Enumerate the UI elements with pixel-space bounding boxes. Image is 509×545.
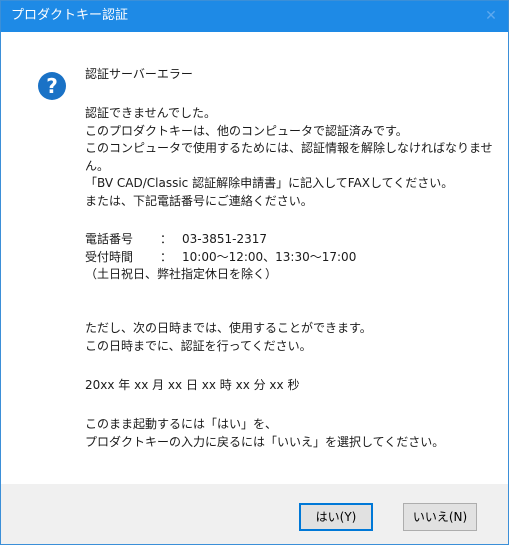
title-bar[interactable]: プロダクトキー認証 ✕ <box>1 1 508 32</box>
dialog-window: プロダクトキー認証 ✕ ? 認証サーバーエラー 認証できませんでした。 このプロ… <box>0 0 509 545</box>
phone-row: 電話番号 ： 03-3851-2317 <box>85 231 356 249</box>
phone-label: 電話番号 <box>85 232 134 246</box>
phone-number: 03-3851-2317 <box>182 232 268 246</box>
hours-row: 受付時間 ： 10:00～12:00、13:30～17:00 <box>85 249 356 267</box>
message-line: ん。 <box>85 158 110 173</box>
yes-button[interactable]: はい(Y) <box>299 503 373 531</box>
instruction-message: このまま起動するには「はい」を、 プロダクトキーの入力に戻るには「いいえ」を選択… <box>85 416 444 451</box>
contact-info: 電話番号 ： 03-3851-2317 受付時間 ： 10:00～12:00、13:30… <box>85 231 356 284</box>
hours-value: 10:00～12:00、13:30～17:00 <box>182 249 357 264</box>
button-bar: はい(Y) いいえ(N) <box>1 484 508 544</box>
instruction-line: プロダクトキーの入力に戻るには「いいえ」を選択してください。 <box>85 434 445 449</box>
message-body: 認証できませんでした。 このプロダクトキーは、他のコンピュータで認証済みです。 … <box>85 105 493 210</box>
message-title: 認証サーバーエラー <box>85 67 193 81</box>
close-icon[interactable]: ✕ <box>484 9 498 23</box>
hours-separator: ： <box>160 249 173 264</box>
message-line: 「BV CAD/Classic 認証解除申請書」に記入してFAXしてください。 <box>85 176 454 190</box>
dialog-content: ? 認証サーバーエラー 認証できませんでした。 このプロダクトキーは、他のコンピ… <box>1 32 508 484</box>
message-line: このコンピュータで使用するためには、認証情報を解除しなければなりませ <box>85 141 493 155</box>
deadline-date: 20xx 年 xx 月 xx 日 xx 時 xx 分 xx 秒 <box>85 378 300 392</box>
phone-separator: ： <box>160 232 173 246</box>
deadline-line: ただし、次の日時までは、使用することができます。 <box>85 321 372 335</box>
no-button[interactable]: いいえ(N) <box>403 503 477 531</box>
message-line: 認証できませんでした。 <box>85 106 217 120</box>
deadline-line: この日時までに、認証を行ってください。 <box>85 338 312 353</box>
deadline-message: ただし、次の日時までは、使用することができます。 この日時までに、認証を行ってく… <box>85 320 372 355</box>
message-line: このプロダクトキーは、他のコンピュータで認証済みです。 <box>85 123 408 138</box>
instruction-line: このまま起動するには「はい」を、 <box>85 417 278 431</box>
message-line: または、下記電話番号にご連絡ください。 <box>85 193 313 208</box>
hours-label: 受付時間 <box>85 249 134 264</box>
question-icon: ? <box>38 72 66 100</box>
window-title: プロダクトキー認証 <box>11 8 129 23</box>
hours-note: （土日祝日、弊社指定休日を除く） <box>85 267 278 281</box>
